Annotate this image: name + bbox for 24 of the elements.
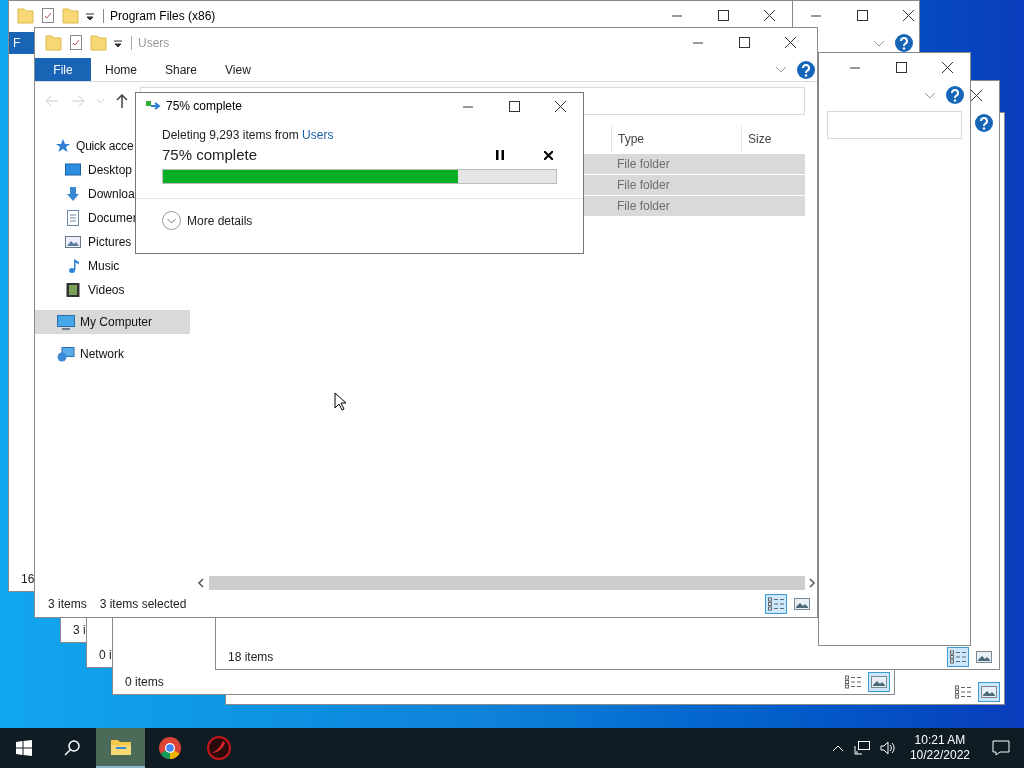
dialog-title: 75% complete xyxy=(166,98,243,115)
nav-label: Pictures xyxy=(88,234,132,251)
status-text: 18 items xyxy=(228,649,274,666)
window-title: Program Files (x86) xyxy=(103,9,216,23)
window-title: Users xyxy=(131,36,170,50)
progress-heading: 75% complete xyxy=(162,144,258,165)
nav-label: Downloa xyxy=(88,186,135,203)
progress-message: Deleting 9,293 items from Users xyxy=(162,127,335,143)
type-cell-text: File folder xyxy=(617,177,670,194)
status-text: 0 items xyxy=(125,674,164,691)
type-cell-text: File folder xyxy=(617,198,670,215)
nav-label: Quick acce xyxy=(76,138,134,155)
status-text: 16 xyxy=(21,571,35,588)
nav-label: Documer xyxy=(88,210,137,227)
status-text: 3 items xyxy=(48,596,87,613)
nav-label: Network xyxy=(80,346,124,363)
nav-label: Music xyxy=(88,258,120,275)
status-text: 0 i xyxy=(99,647,112,664)
nav-label: Videos xyxy=(88,282,125,299)
nav-label: My Computer xyxy=(80,314,153,331)
type-cell-text: File folder xyxy=(617,156,670,173)
nav-label: Desktop xyxy=(88,162,133,179)
status-text: 3 i xyxy=(73,622,86,639)
status-text: 3 items selected xyxy=(99,596,187,613)
